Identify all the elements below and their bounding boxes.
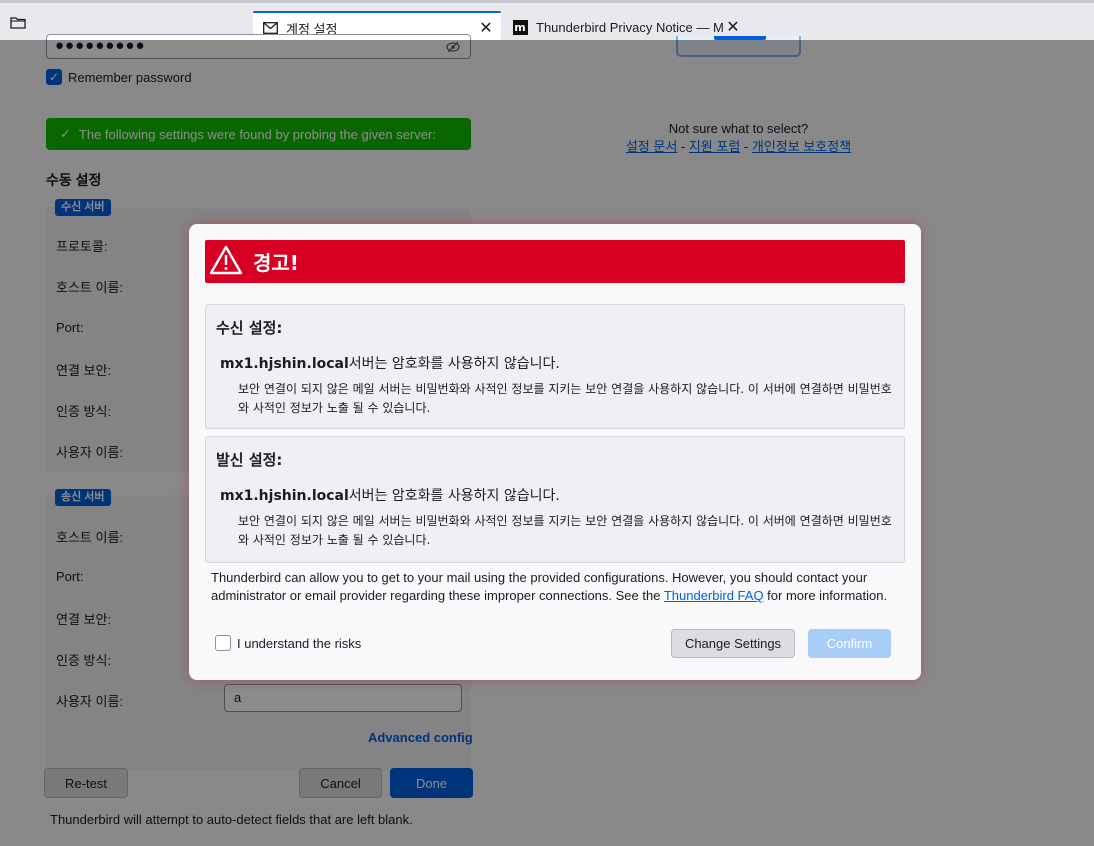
info-text-end: for more information. — [763, 588, 888, 603]
hostname: mx1.hjshin.local — [220, 356, 349, 372]
checkbox-box[interactable] — [215, 635, 231, 651]
section-title: 발신 설정: — [216, 451, 283, 469]
outgoing-warning-section: 발신 설정: mx1.hjshin.local서버는 암호화를 사용하지 않습니… — [205, 436, 905, 563]
change-settings-button[interactable]: Change Settings — [671, 629, 795, 658]
confirm-button[interactable]: Confirm — [808, 629, 891, 658]
host-message: 서버는 암호화를 사용하지 않습니다. — [348, 356, 560, 372]
host-message: 서버는 암호화를 사용하지 않습니다. — [348, 488, 560, 504]
incoming-warning-section: 수신 설정: mx1.hjshin.local서버는 암호화를 사용하지 않습니… — [205, 304, 905, 429]
insecure-connection-warning-dialog: 경고! 수신 설정: mx1.hjshin.local서버는 암호화를 사용하지… — [189, 224, 921, 680]
thunderbird-faq-link[interactable]: Thunderbird FAQ — [664, 588, 764, 603]
folder-icon[interactable] — [10, 16, 26, 29]
warning-title: 경고! — [253, 251, 299, 275]
warning-triangle-icon — [209, 245, 243, 278]
close-icon[interactable]: ✕ — [477, 19, 495, 37]
insecure-description: 보안 연결이 되지 않은 메일 서버는 비밀번화와 사적인 정보를 지키는 보안… — [238, 514, 892, 547]
tab-label: Thunderbird Privacy Notice — Mo — [536, 19, 724, 35]
insecure-description: 보안 연결이 되지 않은 메일 서버는 비밀번화와 사적인 정보를 지키는 보안… — [238, 382, 892, 415]
hostname: mx1.hjshin.local — [220, 488, 349, 504]
dialog-info-text: Thunderbird can allow you to get to your… — [211, 569, 911, 605]
close-icon[interactable]: ✕ — [724, 18, 742, 36]
understand-risks-checkbox[interactable]: I understand the risks — [215, 635, 361, 651]
understand-risks-label: I understand the risks — [237, 635, 362, 651]
warning-header: 경고! — [205, 240, 905, 283]
mozilla-m-icon: m — [512, 19, 528, 35]
section-title: 수신 설정: — [216, 319, 283, 337]
insecure-host-message: mx1.hjshin.local서버는 암호화를 사용하지 않습니다. — [220, 353, 560, 373]
insecure-host-message: mx1.hjshin.local서버는 암호화를 사용하지 않습니다. — [220, 485, 560, 505]
